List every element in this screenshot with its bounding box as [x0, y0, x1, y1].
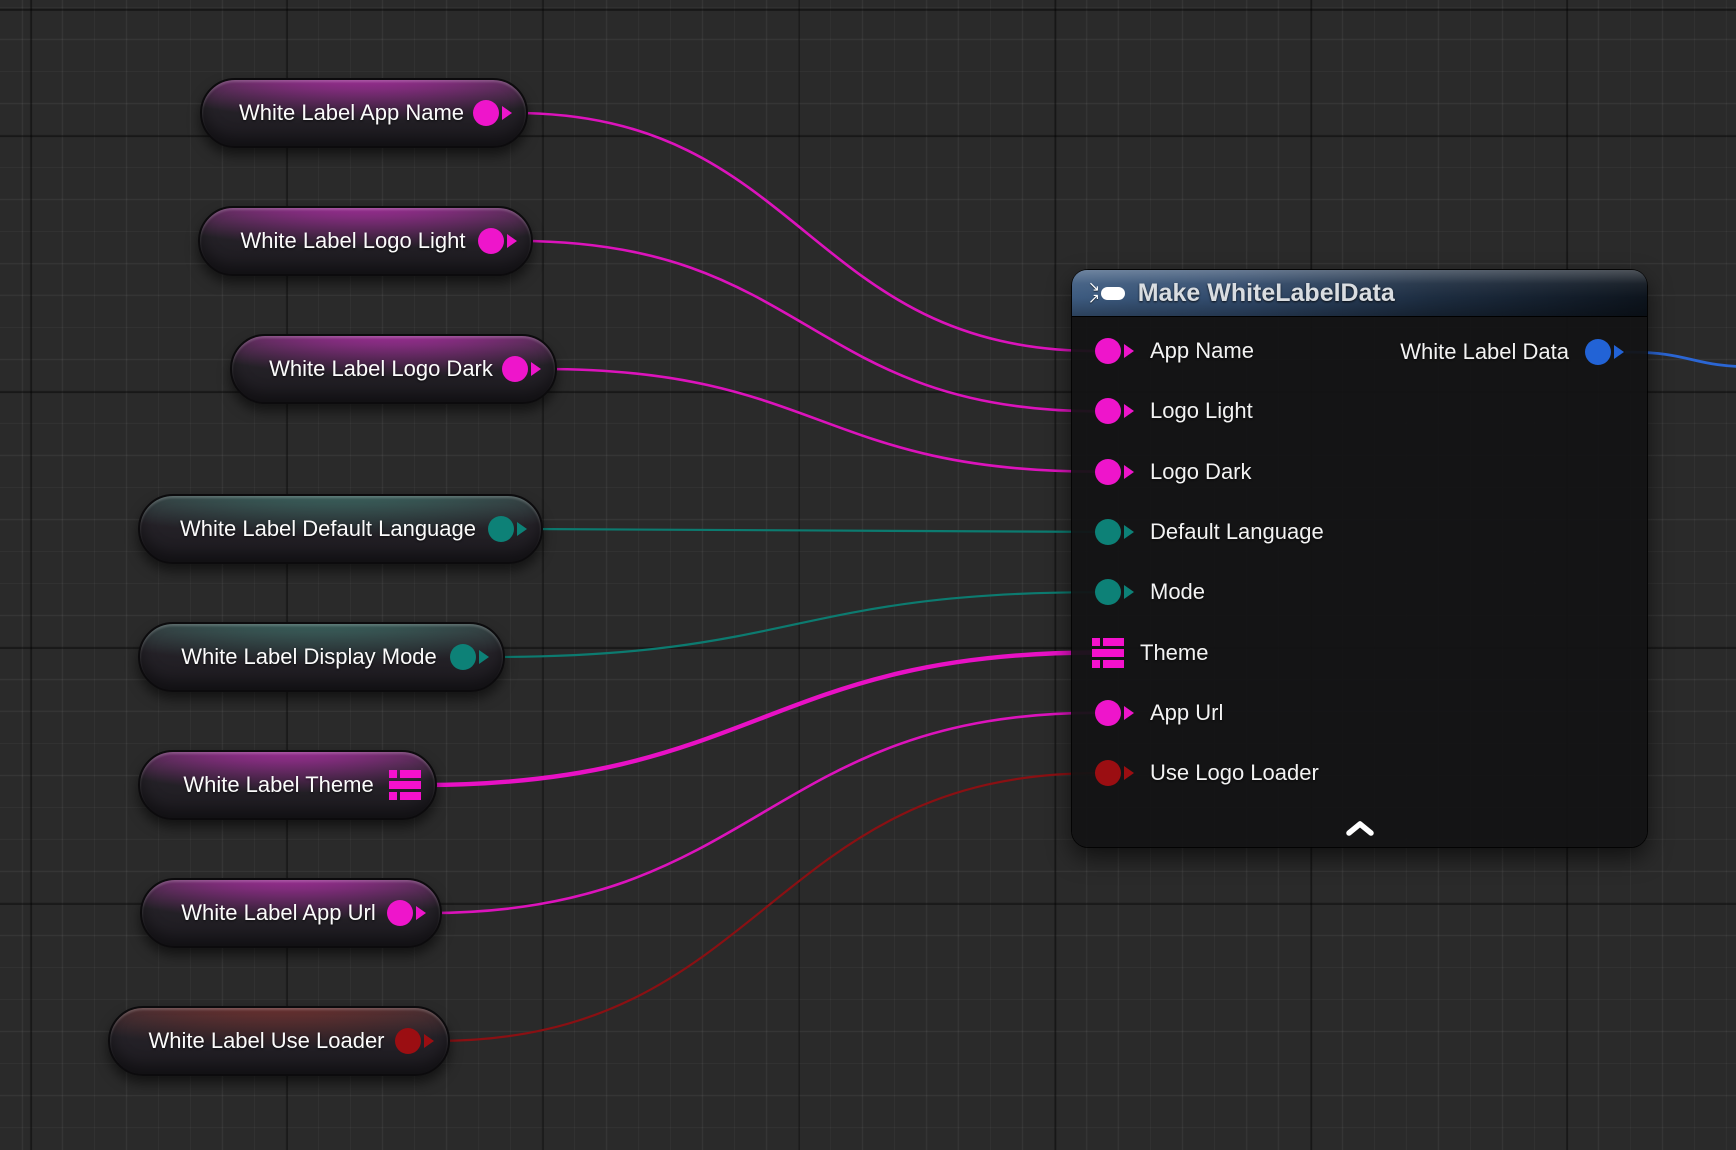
input-pin-use-logo-loader[interactable] [1095, 760, 1134, 786]
input-pin-mode[interactable] [1095, 579, 1134, 605]
output-pin-white-label-data[interactable] [1585, 339, 1624, 365]
pin-circle [478, 228, 504, 254]
getter-node-display_mode[interactable]: White Label Display Mode [138, 622, 505, 692]
input-pin-row-app-name: App Name [1095, 334, 1254, 368]
getter-label: White Label Display Mode [140, 644, 450, 670]
getter-node-app_url[interactable]: White Label App Url [140, 878, 442, 948]
pin-circle [1095, 579, 1121, 605]
pin-wedge-icon [507, 234, 517, 248]
wire-use-loader[interactable] [436, 773, 1097, 1041]
input-pin-logo-light[interactable] [1095, 398, 1134, 424]
getter-label: White Label App Url [142, 900, 387, 926]
getter-node-default_language[interactable]: White Label Default Language [138, 494, 543, 564]
input-pin-theme[interactable] [1092, 638, 1124, 668]
input-pin-row-logo-dark: Logo Dark [1095, 455, 1252, 489]
pin-circle [1095, 700, 1121, 726]
wire-logo-light[interactable] [519, 241, 1097, 411]
pin-wedge-icon [1614, 345, 1624, 359]
getter-output-pin[interactable] [488, 516, 527, 542]
pin-wedge-icon [502, 106, 512, 120]
pin-circle [1095, 459, 1121, 485]
wire-app-url[interactable] [428, 713, 1097, 913]
input-pin-logo-dark[interactable] [1095, 459, 1134, 485]
input-pin-label: Logo Light [1150, 398, 1253, 424]
pin-wedge-icon [1124, 706, 1134, 720]
input-pin-row-use-logo-loader: Use Logo Loader [1095, 756, 1319, 790]
pin-circle [1095, 398, 1121, 424]
getter-node-use_loader[interactable]: White Label Use Loader [108, 1006, 450, 1076]
make-node-header[interactable]: ↘↗ Make WhiteLabelData [1072, 270, 1647, 317]
pin-circle [1095, 519, 1121, 545]
input-pin-label: Default Language [1150, 519, 1324, 545]
getter-node-logo_light[interactable]: White Label Logo Light [198, 206, 533, 276]
pin-circle [450, 644, 476, 670]
pin-wedge-icon [1124, 766, 1134, 780]
struct-pin-icon [389, 770, 421, 800]
input-pin-label: Logo Dark [1150, 459, 1252, 485]
input-pin-label: Theme [1140, 640, 1208, 666]
pin-wedge-icon [1124, 404, 1134, 418]
input-pin-row-default-language: Default Language [1095, 515, 1324, 549]
pin-wedge-icon [517, 522, 527, 536]
output-pin-label: White Label Data [1400, 339, 1569, 365]
input-pin-app-url[interactable] [1095, 700, 1134, 726]
wire-default-language[interactable] [529, 529, 1097, 532]
make-node-title: Make WhiteLabelData [1138, 279, 1395, 308]
getter-label: White Label Theme [140, 772, 389, 798]
pin-wedge-icon [1124, 525, 1134, 539]
getter-label: White Label Logo Dark [232, 356, 502, 382]
getter-node-app_name[interactable]: White Label App Name [200, 78, 528, 148]
pin-circle [387, 900, 413, 926]
getter-output-pin[interactable] [389, 770, 421, 800]
getter-label: White Label Logo Light [200, 228, 478, 254]
getter-output-pin[interactable] [387, 900, 426, 926]
input-pin-row-logo-light: Logo Light [1095, 394, 1253, 428]
pin-wedge-icon [1124, 344, 1134, 358]
pin-circle [488, 516, 514, 542]
blueprint-graph-canvas[interactable]: White Label App Name White Label Logo Lig… [0, 0, 1736, 1150]
pin-wedge-icon [1124, 585, 1134, 599]
getter-output-pin[interactable] [473, 100, 512, 126]
pin-circle [1095, 338, 1121, 364]
pin-circle [1095, 760, 1121, 786]
pin-wedge-icon [1124, 465, 1134, 479]
getter-label: White Label App Name [202, 100, 473, 126]
input-pin-row-theme: Theme [1092, 636, 1208, 670]
make-whitelabeldata-node[interactable]: ↘↗ Make WhiteLabelData App Name Logo Ligh… [1072, 270, 1647, 847]
getter-node-theme[interactable]: White Label Theme [138, 750, 437, 820]
getter-output-pin[interactable] [395, 1028, 434, 1054]
pin-circle [1585, 339, 1611, 365]
input-pin-label: Use Logo Loader [1150, 760, 1319, 786]
getter-label: White Label Use Loader [110, 1028, 395, 1054]
pin-circle [502, 356, 528, 382]
wire-display-mode[interactable] [491, 592, 1097, 657]
struct-pin-icon [1092, 638, 1124, 668]
getter-output-pin[interactable] [478, 228, 517, 254]
getter-output-pin[interactable] [450, 644, 489, 670]
input-pin-label: App Name [1150, 338, 1254, 364]
pin-circle [473, 100, 499, 126]
pin-wedge-icon [479, 650, 489, 664]
input-pin-label: Mode [1150, 579, 1205, 605]
wire-theme[interactable] [423, 653, 1097, 786]
input-pin-row-mode: Mode [1095, 575, 1205, 609]
pin-wedge-icon [424, 1034, 434, 1048]
wire-app-name[interactable] [514, 113, 1097, 351]
pin-wedge-icon [416, 906, 426, 920]
make-struct-icon: ↘↗ [1088, 281, 1125, 305]
pin-circle [395, 1028, 421, 1054]
wire-logo-dark[interactable] [543, 369, 1097, 472]
getter-node-logo_dark[interactable]: White Label Logo Dark [230, 334, 557, 404]
pin-wedge-icon [531, 362, 541, 376]
input-pin-default-language[interactable] [1095, 519, 1134, 545]
input-pin-row-app-url: App Url [1095, 696, 1223, 730]
input-pin-label: App Url [1150, 700, 1223, 726]
output-pin-row-white-label-data: White Label Data [1400, 335, 1624, 369]
input-pin-app-name[interactable] [1095, 338, 1134, 364]
getter-label: White Label Default Language [140, 516, 488, 542]
getter-output-pin[interactable] [502, 356, 541, 382]
chevron-up-icon[interactable] [1344, 820, 1376, 837]
